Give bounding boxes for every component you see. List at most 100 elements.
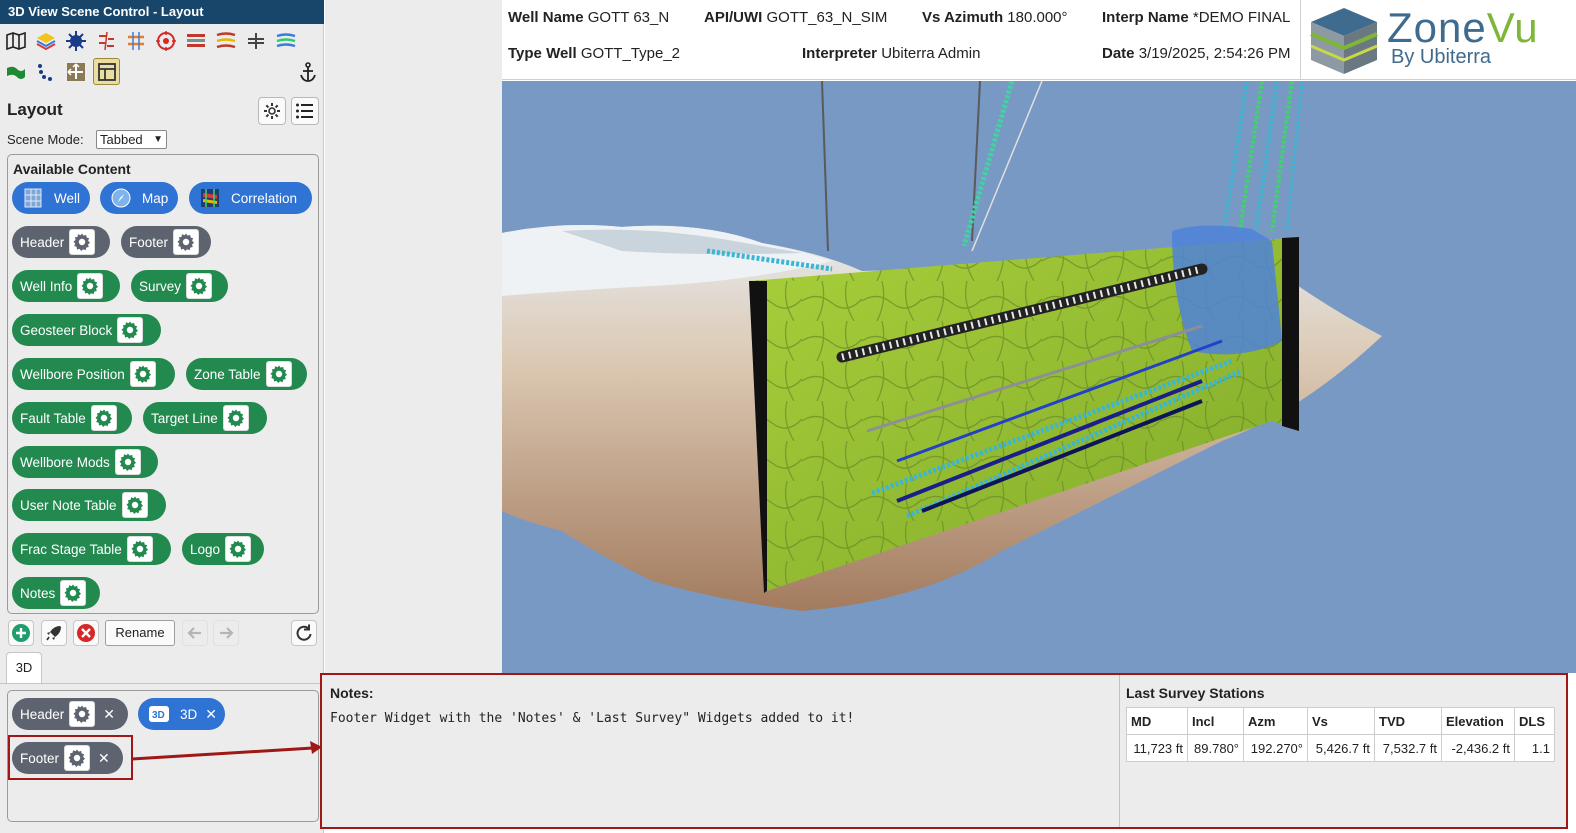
add-tab-button[interactable] [8, 620, 34, 646]
flag-icon[interactable] [2, 58, 29, 85]
gear-icon[interactable] [69, 229, 96, 255]
correlation-icon [201, 189, 219, 207]
scene-mode-select[interactable]: Tabbed ▼ [96, 130, 167, 149]
available-content-title: Available Content [13, 161, 131, 177]
gear-icon[interactable] [114, 449, 141, 475]
content-item-well-info[interactable]: Well Info [12, 270, 120, 302]
gear-icon[interactable] [117, 317, 144, 343]
move-icon[interactable] [62, 58, 89, 85]
gear-icon[interactable] [173, 229, 200, 255]
footer-highlight-box [8, 735, 133, 780]
svg-text:3D: 3D [152, 710, 165, 721]
survey-title: Last Survey Stations [1126, 685, 1265, 701]
fault-icon[interactable] [92, 27, 119, 54]
move-left-button[interactable] [182, 620, 208, 646]
interpreter-field: Interpreter Ubiterra Admin [802, 45, 981, 62]
list-icon[interactable] [291, 97, 319, 125]
remove-icon[interactable]: ✕ [103, 706, 115, 723]
gear-icon[interactable] [77, 273, 104, 299]
move-right-button[interactable] [213, 620, 239, 646]
content-item-user-note-table[interactable]: User Note Table [12, 489, 166, 521]
interp-name-field: Interp Name *DEMO FINAL [1102, 9, 1291, 26]
well-name-field: Well Name GOTT 63_N [508, 9, 670, 26]
horizons-icon[interactable] [272, 27, 299, 54]
cube-3d-icon: 3D [149, 706, 169, 722]
canvas-margin [325, 0, 502, 673]
reset-button[interactable] [291, 620, 317, 646]
compass-icon [111, 188, 131, 208]
content-item-frac-stage-table[interactable]: Frac Stage Table [12, 533, 171, 565]
gear-icon[interactable] [265, 361, 292, 387]
launch-button[interactable] [41, 620, 67, 646]
content-item-header[interactable]: Header [12, 226, 110, 258]
footer-widget: Notes: Footer Widget with the 'Notes' & … [320, 673, 1568, 829]
table-cell: 7,532.7 ft [1374, 734, 1442, 762]
scene-mode-value: Tabbed [100, 132, 143, 147]
map-icon[interactable] [2, 27, 29, 54]
content-item-notes[interactable]: Notes [12, 577, 100, 609]
gear-icon[interactable] [186, 273, 213, 299]
layers-icon[interactable] [32, 27, 59, 54]
api-field: API/UWI GOTT_63_N_SIM [704, 9, 888, 26]
gear-icon[interactable] [129, 361, 156, 387]
gear-icon[interactable] [222, 405, 249, 431]
star-burst-icon[interactable] [62, 27, 89, 54]
tab-divider [0, 683, 324, 684]
delete-tab-button[interactable] [73, 620, 99, 646]
gear-icon[interactable] [126, 536, 153, 562]
3d-scene-render [502, 81, 1382, 611]
arrow-left-icon [187, 627, 201, 639]
column-header: Azm [1243, 707, 1308, 735]
zonevu-logo: ZoneVu By Ubiterra [1300, 0, 1576, 80]
refresh-icon [296, 624, 312, 641]
content-item-wellbore-position[interactable]: Wellbore Position [12, 358, 175, 390]
column-header: MD [1126, 707, 1188, 735]
content-item-wellbore-mods[interactable]: Wellbore Mods [12, 446, 158, 478]
content-item-logo[interactable]: Logo [182, 533, 264, 565]
gear-icon[interactable] [69, 701, 96, 727]
content-item-target-line[interactable]: Target Line [143, 402, 267, 434]
settings-gear-icon[interactable] [258, 97, 286, 125]
scene-item-header[interactable]: Header ✕ [12, 698, 128, 730]
content-item-survey[interactable]: Survey [131, 270, 228, 302]
remove-icon[interactable]: ✕ [205, 706, 217, 723]
content-item-correlation[interactable]: Correlation [189, 182, 312, 214]
well-header: Well Name GOTT 63_N API/UWI GOTT_63_N_SI… [502, 0, 1300, 80]
scene-item-3d[interactable]: 3D 3D ✕ [138, 698, 225, 730]
close-circle-icon [77, 624, 95, 642]
well-grid-icon [24, 188, 42, 208]
gear-icon[interactable] [90, 405, 117, 431]
gear-icon[interactable] [121, 492, 148, 518]
window-title: 3D View Scene Control - Layout [0, 0, 324, 24]
layout-icon[interactable] [93, 58, 120, 85]
gear-icon[interactable] [225, 536, 252, 562]
arrow-right-icon [220, 627, 234, 639]
dots-icon[interactable] [32, 58, 59, 85]
survey-table: MD Incl Azm Vs TVD Elevation DLS 11,723 … [1126, 707, 1555, 762]
split-icon[interactable] [242, 27, 269, 54]
table-cell: 192.270° [1243, 734, 1308, 762]
column-header: DLS [1514, 707, 1555, 735]
strata-icon[interactable] [182, 27, 209, 54]
content-item-zone-table[interactable]: Zone Table [186, 358, 307, 390]
gear-icon[interactable] [60, 580, 87, 606]
plus-circle-icon [12, 624, 30, 642]
table-cell: 89.780° [1187, 734, 1244, 762]
content-item-geosteer-block[interactable]: Geosteer Block [12, 314, 161, 346]
target-icon[interactable] [152, 27, 179, 54]
table-row: 11,723 ft 89.780° 192.270° 5,426.7 ft 7,… [1126, 734, 1555, 762]
scene-mode-label: Scene Mode: [7, 132, 84, 147]
tab-3d[interactable]: 3D [6, 652, 42, 683]
content-item-well[interactable]: Well [12, 182, 90, 214]
rename-button[interactable]: Rename [105, 620, 175, 646]
content-item-map[interactable]: Map [100, 182, 178, 214]
content-item-footer[interactable]: Footer [121, 226, 211, 258]
date-field: Date 3/19/2025, 2:54:26 PM [1102, 45, 1291, 62]
3d-viewport[interactable] [502, 81, 1576, 673]
grid-cross-icon[interactable] [122, 27, 149, 54]
table-cell: 5,426.7 ft [1307, 734, 1375, 762]
anchor-icon[interactable] [294, 58, 321, 85]
content-item-fault-table[interactable]: Fault Table [12, 402, 132, 434]
stripes-icon[interactable] [212, 27, 239, 54]
type-well-field: Type Well GOTT_Type_2 [508, 45, 681, 62]
